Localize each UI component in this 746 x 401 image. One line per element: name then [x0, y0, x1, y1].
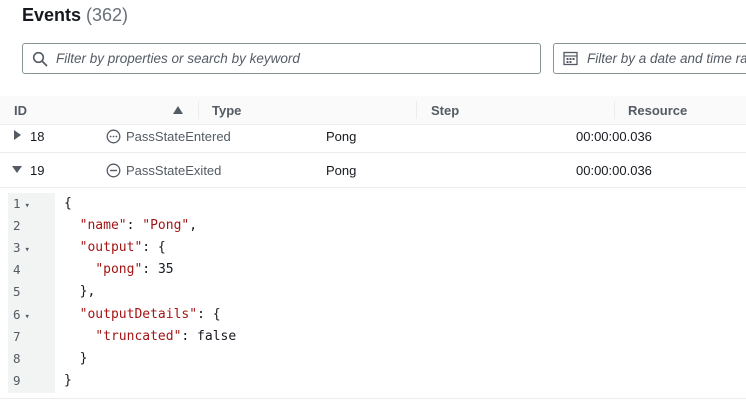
table-header: ID Type Step Resource	[0, 96, 746, 125]
calendar-icon	[563, 51, 578, 66]
column-divider[interactable]	[198, 101, 199, 119]
code-line: "truncated": false	[95, 328, 237, 344]
column-header-type[interactable]: Type	[212, 103, 241, 118]
event-type: PassStateEntered	[126, 129, 231, 144]
fold-toggle-icon[interactable]: ▾	[25, 245, 30, 255]
expand-row-icon[interactable]	[14, 130, 21, 140]
line-number: 5	[13, 284, 21, 300]
event-resource: 00:00:00.036	[576, 129, 652, 144]
title-text: Events	[22, 5, 82, 25]
search-placeholder: Filter by properties or search by keywor…	[56, 51, 300, 66]
code-line: "name": "Pong",	[79, 218, 198, 234]
collapse-row-icon[interactable]	[12, 166, 22, 173]
line-number: 2	[13, 218, 21, 234]
page-title: Events (362)	[22, 5, 128, 26]
column-header-resource[interactable]: Resource	[628, 103, 687, 118]
line-number: 4	[13, 262, 21, 278]
date-range-placeholder: Filter by a date and time range	[587, 51, 746, 66]
state-exited-icon	[106, 163, 121, 178]
column-divider[interactable]	[614, 101, 615, 119]
event-step[interactable]: Pong	[326, 163, 356, 178]
fold-toggle-icon[interactable]: ▾	[25, 201, 30, 211]
event-resource: 00:00:00.036	[576, 163, 652, 178]
page-header: Events (362)	[0, 0, 746, 34]
code-line: }	[64, 350, 88, 366]
code-line: "pong": 35	[95, 262, 174, 278]
event-step[interactable]: Pong	[326, 129, 356, 144]
search-input[interactable]: Filter by properties or search by keywor…	[22, 43, 541, 74]
search-icon	[32, 51, 48, 67]
table-row[interactable]: 18 PassStateEntered Pong 00:00:00.036	[0, 125, 746, 153]
line-number: 1 ▾	[13, 196, 30, 211]
column-header-id[interactable]: ID	[14, 103, 27, 118]
line-number: 7	[13, 328, 21, 344]
code-line: "outputDetails": {	[79, 306, 221, 322]
sort-ascending-icon[interactable]	[173, 106, 183, 114]
event-details-code-view: 1 ▾ 2 3 ▾ 4 5 6 ▾ 7 8 9 { "name": "Pong", "output":…	[0, 188, 746, 399]
code-line: {	[64, 196, 72, 211]
line-number: 9	[13, 372, 21, 388]
event-id: 19	[30, 163, 45, 178]
event-count: (362)	[86, 5, 129, 25]
fold-toggle-icon[interactable]: ▾	[25, 312, 30, 322]
line-number: 6 ▾	[13, 306, 30, 322]
table-row[interactable]: 19 PassStateExited Pong 00:00:00.036	[0, 153, 746, 188]
column-divider[interactable]	[416, 101, 417, 119]
line-number: 8	[13, 350, 21, 366]
date-range-filter[interactable]: Filter by a date and time range	[553, 43, 746, 74]
line-number: 3 ▾	[13, 240, 30, 256]
event-id: 18	[30, 129, 45, 144]
column-header-step[interactable]: Step	[431, 103, 459, 118]
code-line: "output": {	[79, 240, 166, 256]
state-entered-icon	[106, 129, 121, 144]
event-type: PassStateExited	[126, 163, 222, 178]
code-line: }	[64, 372, 72, 388]
code-line: },	[64, 284, 96, 300]
